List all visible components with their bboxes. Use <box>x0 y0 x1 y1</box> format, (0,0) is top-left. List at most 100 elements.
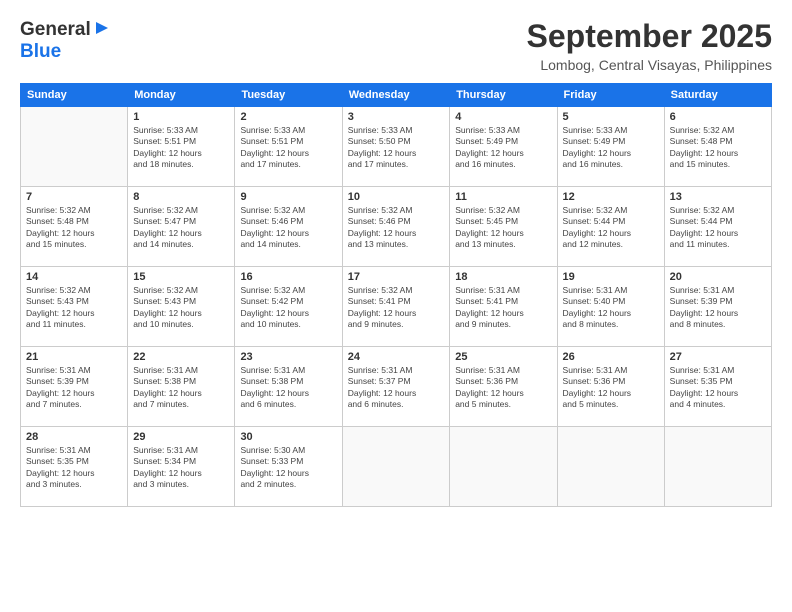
logo-arrow-icon <box>94 20 110 41</box>
table-row: 22 Sunrise: 5:31 AM Sunset: 5:38 PM Dayli… <box>128 347 235 427</box>
day-info: Sunrise: 5:32 AM Sunset: 5:44 PM Dayligh… <box>670 205 766 251</box>
day-number: 6 <box>670 111 766 123</box>
day-info: Sunrise: 5:31 AM Sunset: 5:36 PM Dayligh… <box>563 365 659 411</box>
calendar-table: Sunday Monday Tuesday Wednesday Thursday… <box>20 83 772 507</box>
day-info: Sunrise: 5:32 AM Sunset: 5:43 PM Dayligh… <box>133 285 229 331</box>
day-info: Sunrise: 5:31 AM Sunset: 5:41 PM Dayligh… <box>455 285 551 331</box>
table-row: 20Sunrise: 5:31 AM Sunset: 5:39 PM Dayli… <box>664 267 771 347</box>
day-number: 2 <box>240 111 336 123</box>
table-row: 30Sunrise: 5:30 AM Sunset: 5:33 PM Dayli… <box>235 427 342 507</box>
day-number: 10 <box>348 191 445 203</box>
day-info: Sunrise: 5:32 AM Sunset: 5:47 PM Dayligh… <box>133 205 229 251</box>
table-row: 8 Sunrise: 5:32 AM Sunset: 5:47 PM Daylig… <box>128 187 235 267</box>
week-row-4: 21 Sunrise: 5:31 AM Sunset: 5:39 PM Dayli… <box>21 347 772 427</box>
day-number: 3 <box>348 111 445 123</box>
day-number: 19 <box>563 271 659 283</box>
table-row <box>342 427 450 507</box>
table-row: 6 Sunrise: 5:32 AM Sunset: 5:48 PM Daylig… <box>664 107 771 187</box>
table-row: 24 Sunrise: 5:31 AM Sunset: 5:37 PM Dayli… <box>342 347 450 427</box>
day-number: 25 <box>455 351 551 363</box>
table-row: 14 Sunrise: 5:32 AM Sunset: 5:43 PM Dayli… <box>21 267 128 347</box>
table-row: 26 Sunrise: 5:31 AM Sunset: 5:36 PM Dayli… <box>557 347 664 427</box>
day-number: 24 <box>348 351 445 363</box>
table-row: 27Sunrise: 5:31 AM Sunset: 5:35 PM Dayli… <box>664 347 771 427</box>
day-number: 9 <box>240 191 336 203</box>
table-row: 2 Sunrise: 5:33 AM Sunset: 5:51 PM Daylig… <box>235 107 342 187</box>
page: General Blue September 2025 Lombog, Cent… <box>0 0 792 612</box>
table-row: 15 Sunrise: 5:32 AM Sunset: 5:43 PM Dayli… <box>128 267 235 347</box>
table-row: 1 Sunrise: 5:33 AM Sunset: 5:51 PM Daylig… <box>128 107 235 187</box>
day-number: 4 <box>455 111 551 123</box>
table-row: 4 Sunrise: 5:33 AM Sunset: 5:49 PM Daylig… <box>450 107 557 187</box>
table-row: 7 Sunrise: 5:32 AM Sunset: 5:48 PM Daylig… <box>21 187 128 267</box>
day-info: Sunrise: 5:32 AM Sunset: 5:48 PM Dayligh… <box>26 205 122 251</box>
day-number: 7 <box>26 191 122 203</box>
table-row: 13 Sunrise: 5:32 AM Sunset: 5:44 PM Dayli… <box>664 187 771 267</box>
week-row-2: 7 Sunrise: 5:32 AM Sunset: 5:48 PM Daylig… <box>21 187 772 267</box>
week-row-5: 28Sunrise: 5:31 AM Sunset: 5:35 PM Dayli… <box>21 427 772 507</box>
day-number: 5 <box>563 111 659 123</box>
day-number: 29 <box>133 431 229 443</box>
day-number: 1 <box>133 111 229 123</box>
day-info: Sunrise: 5:31 AM Sunset: 5:38 PM Dayligh… <box>240 365 336 411</box>
day-info: Sunrise: 5:33 AM Sunset: 5:51 PM Dayligh… <box>240 125 336 171</box>
day-info: Sunrise: 5:33 AM Sunset: 5:51 PM Dayligh… <box>133 125 229 171</box>
day-info: Sunrise: 5:32 AM Sunset: 5:45 PM Dayligh… <box>455 205 551 251</box>
table-row: 29Sunrise: 5:31 AM Sunset: 5:34 PM Dayli… <box>128 427 235 507</box>
day-info: Sunrise: 5:31 AM Sunset: 5:35 PM Dayligh… <box>26 445 122 491</box>
col-saturday: Saturday <box>664 84 771 107</box>
table-row <box>557 427 664 507</box>
day-info: Sunrise: 5:31 AM Sunset: 5:37 PM Dayligh… <box>348 365 445 411</box>
table-row: 3 Sunrise: 5:33 AM Sunset: 5:50 PM Daylig… <box>342 107 450 187</box>
col-tuesday: Tuesday <box>235 84 342 107</box>
day-number: 18 <box>455 271 551 283</box>
day-info: Sunrise: 5:33 AM Sunset: 5:49 PM Dayligh… <box>563 125 659 171</box>
day-info: Sunrise: 5:31 AM Sunset: 5:39 PM Dayligh… <box>26 365 122 411</box>
day-number: 15 <box>133 271 229 283</box>
table-row: 18 Sunrise: 5:31 AM Sunset: 5:41 PM Dayli… <box>450 267 557 347</box>
day-number: 8 <box>133 191 229 203</box>
day-info: Sunrise: 5:32 AM Sunset: 5:46 PM Dayligh… <box>240 205 336 251</box>
table-row: 10 Sunrise: 5:32 AM Sunset: 5:46 PM Dayli… <box>342 187 450 267</box>
day-number: 13 <box>670 191 766 203</box>
day-info: Sunrise: 5:32 AM Sunset: 5:44 PM Dayligh… <box>563 205 659 251</box>
col-monday: Monday <box>128 84 235 107</box>
day-number: 26 <box>563 351 659 363</box>
calendar-title: September 2025 <box>527 18 772 55</box>
day-number: 11 <box>455 191 551 203</box>
title-block: September 2025 Lombog, Central Visayas, … <box>527 18 772 73</box>
table-row: 23 Sunrise: 5:31 AM Sunset: 5:38 PM Dayli… <box>235 347 342 427</box>
day-number: 14 <box>26 271 122 283</box>
table-row: 21 Sunrise: 5:31 AM Sunset: 5:39 PM Dayli… <box>21 347 128 427</box>
header: General Blue September 2025 Lombog, Cent… <box>20 18 772 73</box>
day-info: Sunrise: 5:32 AM Sunset: 5:41 PM Dayligh… <box>348 285 445 331</box>
table-row: 5 Sunrise: 5:33 AM Sunset: 5:49 PM Daylig… <box>557 107 664 187</box>
table-row: 19Sunrise: 5:31 AM Sunset: 5:40 PM Dayli… <box>557 267 664 347</box>
day-number: 27 <box>670 351 766 363</box>
day-number: 23 <box>240 351 336 363</box>
logo-blue: Blue <box>20 41 61 62</box>
logo: General Blue <box>20 18 110 63</box>
day-number: 22 <box>133 351 229 363</box>
table-row: 25 Sunrise: 5:31 AM Sunset: 5:36 PM Dayli… <box>450 347 557 427</box>
table-row <box>664 427 771 507</box>
day-number: 21 <box>26 351 122 363</box>
day-info: Sunrise: 5:31 AM Sunset: 5:39 PM Dayligh… <box>670 285 766 331</box>
day-info: Sunrise: 5:33 AM Sunset: 5:50 PM Dayligh… <box>348 125 445 171</box>
table-row: 17Sunrise: 5:32 AM Sunset: 5:41 PM Dayli… <box>342 267 450 347</box>
table-row: 16 Sunrise: 5:32 AM Sunset: 5:42 PM Dayli… <box>235 267 342 347</box>
day-info: Sunrise: 5:32 AM Sunset: 5:48 PM Dayligh… <box>670 125 766 171</box>
day-info: Sunrise: 5:33 AM Sunset: 5:49 PM Dayligh… <box>455 125 551 171</box>
day-number: 12 <box>563 191 659 203</box>
day-info: Sunrise: 5:30 AM Sunset: 5:33 PM Dayligh… <box>240 445 336 491</box>
day-info: Sunrise: 5:32 AM Sunset: 5:42 PM Dayligh… <box>240 285 336 331</box>
day-info: Sunrise: 5:32 AM Sunset: 5:43 PM Dayligh… <box>26 285 122 331</box>
day-info: Sunrise: 5:31 AM Sunset: 5:38 PM Dayligh… <box>133 365 229 411</box>
day-number: 16 <box>240 271 336 283</box>
table-row <box>450 427 557 507</box>
day-info: Sunrise: 5:31 AM Sunset: 5:36 PM Dayligh… <box>455 365 551 411</box>
calendar-subtitle: Lombog, Central Visayas, Philippines <box>527 57 772 73</box>
weekday-header-row: Sunday Monday Tuesday Wednesday Thursday… <box>21 84 772 107</box>
day-info: Sunrise: 5:32 AM Sunset: 5:46 PM Dayligh… <box>348 205 445 251</box>
table-row <box>21 107 128 187</box>
